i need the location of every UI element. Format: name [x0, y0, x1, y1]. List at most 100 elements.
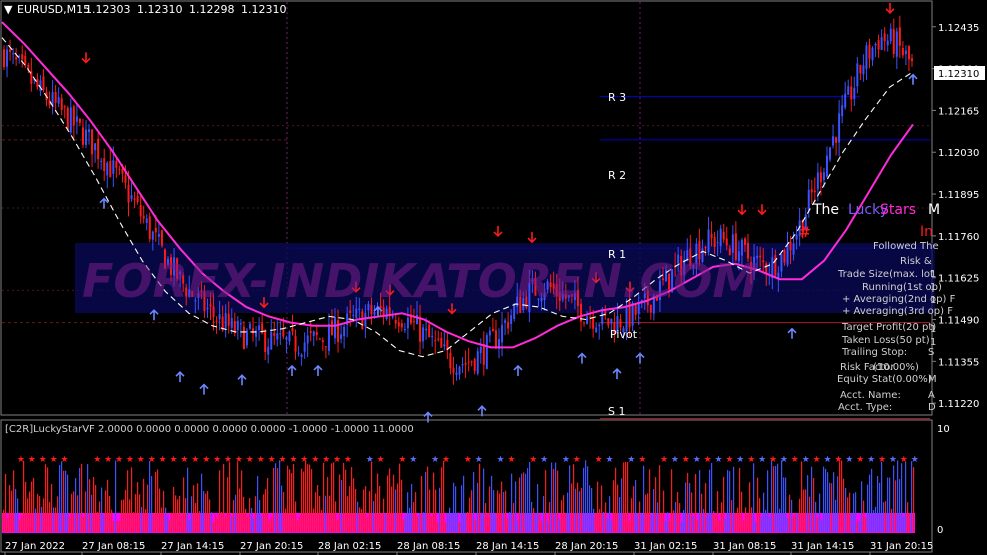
candle-body [42, 76, 45, 91]
signal-star-icon: ★ [213, 455, 221, 465]
candle-body [819, 172, 822, 183]
histogram-bar [355, 488, 357, 532]
signal-star-icon: ★ [725, 455, 733, 465]
candle-body [403, 329, 406, 331]
signal-star-icon: ★ [409, 455, 417, 465]
signal-star-icon: ★ [148, 455, 156, 465]
histogram-bar [35, 508, 37, 532]
signal-star-icon: ★ [224, 455, 232, 465]
candle-body [84, 129, 87, 145]
histogram-bar [783, 477, 785, 532]
histogram-bar [229, 462, 231, 532]
histogram-bar [77, 495, 79, 532]
histogram-bar [561, 500, 563, 532]
histogram-bar [205, 493, 207, 532]
histogram-bar [253, 518, 255, 532]
histogram-bar [291, 473, 293, 532]
histogram-bar [593, 508, 595, 532]
candle-body [871, 47, 874, 61]
candle-body [610, 318, 613, 324]
histogram-bar [503, 491, 505, 532]
indicator-scale-bottom: 0 [937, 525, 943, 536]
histogram-bar [437, 521, 439, 532]
candle-body [416, 314, 419, 325]
candle-body [154, 227, 157, 233]
candle-body [892, 29, 895, 55]
histogram-bar [407, 492, 409, 532]
histogram-bar [571, 483, 573, 532]
histogram-bar [811, 466, 813, 532]
price-tick-label: 1.12030 [938, 148, 979, 159]
histogram-bar [125, 489, 127, 532]
candle-body [449, 352, 452, 369]
histogram-bar [403, 519, 405, 532]
price-tick-label: 1.12165 [938, 106, 979, 117]
histogram-bar [439, 487, 441, 532]
histogram-bar [299, 516, 301, 532]
histogram-bar [377, 473, 379, 532]
histogram-bar [613, 480, 615, 532]
histogram-bar [23, 460, 25, 532]
chart-window[interactable]: FOREX-INDIKATOREN.COM R 3 R 2 R 1 Pivot … [0, 0, 987, 555]
histogram-bar [397, 483, 399, 532]
candle-body [907, 46, 910, 60]
candle-body [467, 361, 470, 363]
histogram-bar [631, 498, 633, 532]
histogram-bar [265, 488, 267, 532]
histogram-bar [457, 512, 459, 532]
histogram-bar [449, 507, 451, 532]
histogram-bar [591, 488, 593, 532]
histogram-bar [153, 514, 155, 532]
histogram-bar [827, 472, 829, 532]
histogram-bar [881, 461, 883, 532]
histogram-bar [103, 514, 105, 532]
histogram-bar [191, 496, 193, 532]
histogram-bar [765, 509, 767, 532]
candle-body [291, 327, 294, 332]
panel-trailing-val: S [928, 347, 934, 358]
histogram-bar [431, 516, 433, 532]
histogram-bar [27, 498, 29, 532]
histogram-bar [365, 486, 367, 532]
signal-star-icon: ★ [311, 455, 319, 465]
histogram-bar [695, 473, 697, 532]
histogram-bar [773, 466, 775, 532]
candle-body [856, 63, 859, 87]
histogram-bar [95, 485, 97, 532]
candle-body [719, 228, 722, 247]
candle-body [364, 313, 367, 327]
signal-star-icon: ★ [813, 455, 821, 465]
price-tick-label: 1.11220 [938, 399, 979, 410]
candle-body [898, 27, 901, 46]
signal-star-icon: ★ [573, 455, 581, 465]
histogram-bar [723, 476, 725, 532]
candle-body [783, 249, 786, 263]
signal-star-icon: ★ [28, 455, 36, 465]
histogram-bar [161, 507, 163, 532]
signal-star-icon: ★ [529, 455, 537, 465]
histogram-bar [463, 475, 465, 532]
panel-acct-name: Acct. Name: [840, 390, 901, 401]
candle-body [391, 315, 394, 318]
histogram-bar [577, 482, 579, 532]
candle-body [91, 129, 94, 155]
chart-canvas[interactable]: FOREX-INDIKATOREN.COM R 3 R 2 R 1 Pivot … [0, 0, 987, 555]
histogram-bar [349, 485, 351, 532]
candle-body [422, 327, 425, 342]
histogram-bar [903, 515, 905, 532]
signal-star-icon: ★ [268, 455, 276, 465]
histogram-bar [657, 502, 659, 532]
candle-body [850, 86, 853, 100]
histogram-bar [809, 496, 811, 532]
signal-star-icon: ★ [180, 455, 188, 465]
histogram-bar [743, 520, 745, 532]
histogram-bar [851, 512, 853, 532]
buy-arrow-icon [287, 364, 297, 376]
header-menu-arrow-icon[interactable]: ▼ [4, 3, 13, 16]
histogram-bar [843, 478, 845, 532]
histogram-bar [661, 512, 663, 532]
histogram-bar [497, 490, 499, 532]
histogram-bar [101, 487, 103, 532]
candle-body [835, 137, 838, 143]
candle-body [431, 335, 434, 338]
